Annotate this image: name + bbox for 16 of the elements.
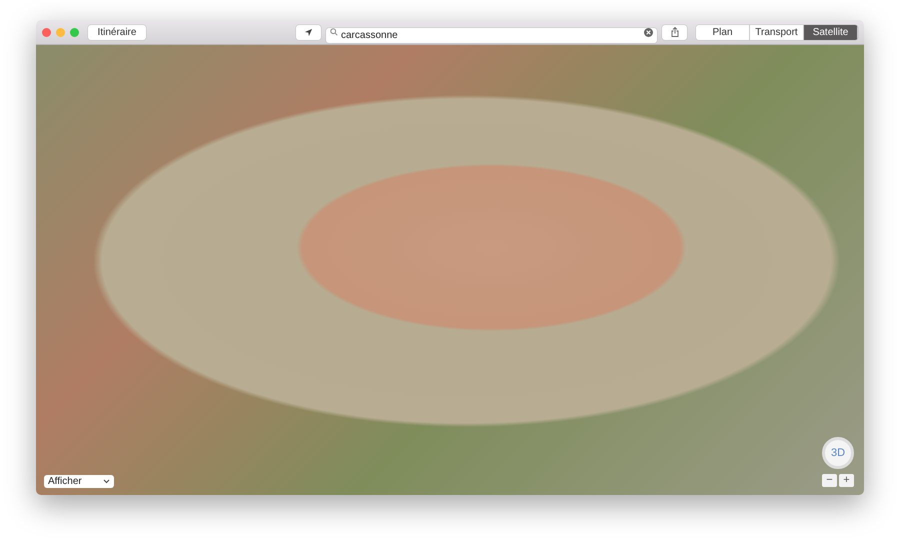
- location-arrow-icon: [304, 28, 313, 36]
- satellite-map[interactable]: Afficher 3D − +: [36, 45, 864, 495]
- view-tab[interactable]: Plan: [696, 24, 750, 40]
- zoom-button[interactable]: +: [839, 474, 854, 487]
- chevron-icon: [103, 479, 110, 484]
- view-tab[interactable]: Transport: [750, 24, 804, 40]
- search-field[interactable]: carcassonne: [326, 28, 657, 42]
- view-tab[interactable]: Satellite: [804, 24, 858, 40]
- share-button[interactable]: [662, 24, 687, 40]
- directions-button[interactable]: Itinéraire: [88, 24, 146, 40]
- show-menu[interactable]: Afficher: [44, 475, 114, 488]
- location-button[interactable]: [296, 24, 321, 40]
- search-icon: [330, 28, 338, 36]
- share-icon: [670, 27, 678, 37]
- clear-icon[interactable]: [644, 28, 653, 36]
- zoom-button[interactable]: −: [822, 474, 837, 487]
